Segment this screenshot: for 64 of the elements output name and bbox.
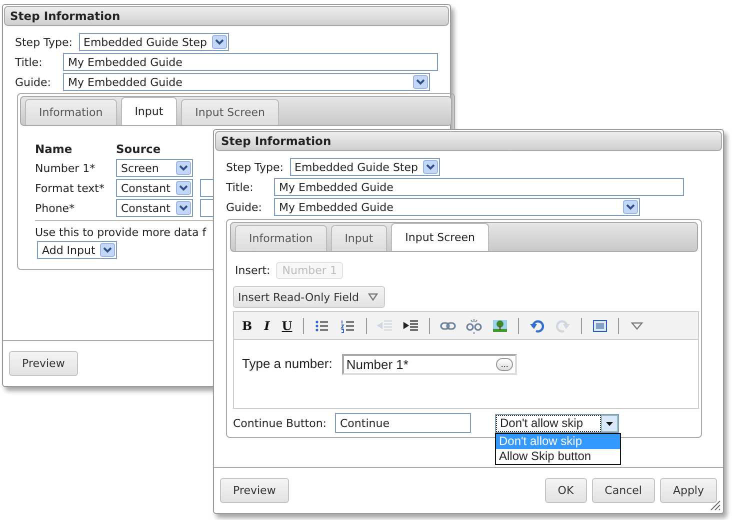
insert-menu-button[interactable]: Insert Read-Only Field xyxy=(233,286,386,308)
help-text: Use this to provide more data f xyxy=(35,226,208,239)
field-label: Guide: xyxy=(226,200,264,214)
indent-icon[interactable] xyxy=(403,318,420,334)
field-label: Step Type: xyxy=(15,36,73,48)
chevron-down-icon xyxy=(212,35,227,49)
window-title: Step Information xyxy=(4,6,449,26)
chevron-down-icon xyxy=(423,160,438,174)
field-label: Guide: xyxy=(15,76,52,88)
bold-button[interactable]: B xyxy=(238,318,256,332)
dropdown[interactable]: Don't allow skip xyxy=(495,414,619,432)
text-field[interactable]: Continue xyxy=(335,413,471,433)
text-field[interactable]: My Embedded Guide xyxy=(274,178,684,196)
tab[interactable]: Information xyxy=(235,225,327,251)
dropdown-option[interactable]: Allow Skip button xyxy=(496,448,620,464)
resize-grip-icon[interactable] xyxy=(709,499,721,511)
dialog-button[interactable]: OK xyxy=(544,478,587,503)
dialog-button[interactable]: Apply xyxy=(660,478,717,503)
field-label: Title: xyxy=(226,180,254,194)
dialog-button[interactable]: Cancel xyxy=(592,478,655,503)
field-label: Continue Button: xyxy=(233,416,328,430)
bullet-list-icon[interactable] xyxy=(314,318,330,334)
column-header: Source xyxy=(116,142,161,156)
input-name: Format text* xyxy=(35,182,106,194)
input-field[interactable]: Number 1* ... xyxy=(342,354,518,375)
insert-label: Insert: xyxy=(235,264,270,276)
chevron-down-icon xyxy=(623,200,638,214)
tab[interactable]: Input Screen xyxy=(391,223,489,251)
underline-button[interactable]: U xyxy=(278,318,296,332)
numbered-list-icon[interactable] xyxy=(340,318,356,334)
italic-button[interactable]: I xyxy=(260,318,274,332)
triangle-down-icon xyxy=(368,293,378,301)
chevron-down-icon xyxy=(176,161,191,175)
ellipsis-button[interactable]: ... xyxy=(496,358,514,371)
window-icon[interactable] xyxy=(592,318,608,334)
chevron-down-icon xyxy=(413,75,428,89)
dropdown[interactable]: My Embedded Guide xyxy=(63,73,430,91)
preview-button[interactable]: Preview xyxy=(220,478,289,503)
dropdown[interactable]: Embedded Guide Step xyxy=(78,33,229,51)
text-field[interactable]: My Embedded Guide xyxy=(63,53,438,71)
field-label: Step Type: xyxy=(226,160,284,174)
broken-link-icon[interactable] xyxy=(466,318,482,334)
input-name: Phone* xyxy=(35,202,76,214)
tab[interactable]: Input xyxy=(330,225,388,251)
dropdown[interactable]: Embedded Guide Step xyxy=(290,158,440,176)
prompt-text: Type a number: xyxy=(242,356,332,371)
dropdown[interactable]: My Embedded Guide xyxy=(274,198,640,216)
dropdown[interactable]: Screen xyxy=(116,159,193,177)
column-header: Name xyxy=(35,142,74,156)
field-label: Title: xyxy=(15,56,44,68)
dropdown[interactable]: Add Input xyxy=(37,241,118,259)
dropdown[interactable]: Constant xyxy=(116,199,193,217)
dropdown[interactable]: Constant xyxy=(116,179,193,197)
chevron-down-icon xyxy=(176,181,191,195)
window-title: Step Information xyxy=(215,131,722,151)
undo-icon[interactable] xyxy=(529,318,546,334)
chevron-down-icon xyxy=(176,201,191,215)
chevron-down-icon xyxy=(100,243,116,257)
preview-button[interactable]: Preview xyxy=(9,351,78,376)
input-name: Number 1* xyxy=(35,162,96,174)
tab[interactable]: Input Screen xyxy=(181,99,279,125)
tree-picture-icon[interactable] xyxy=(492,318,508,334)
tab[interactable]: Input xyxy=(120,97,178,125)
tab[interactable]: Information xyxy=(25,99,117,125)
